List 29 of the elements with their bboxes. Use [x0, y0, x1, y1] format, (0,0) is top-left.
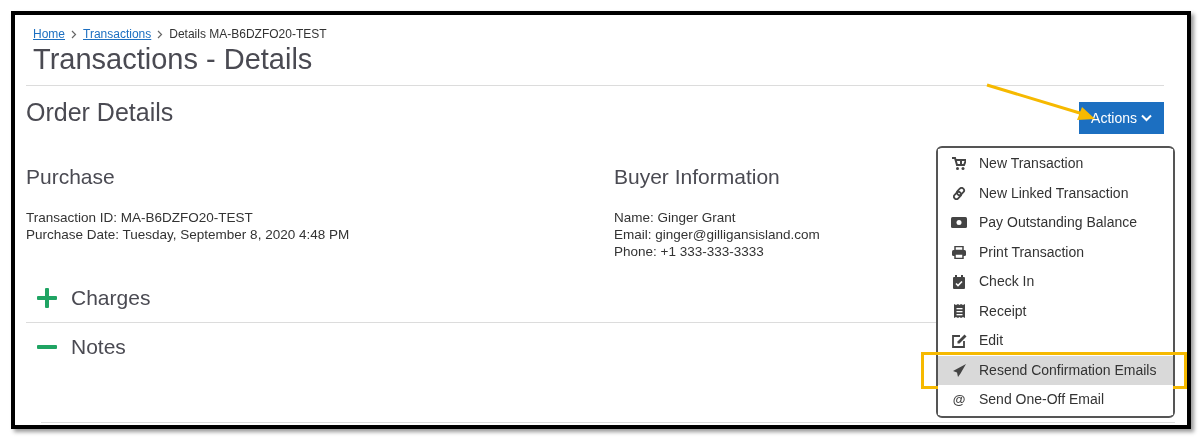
section-heading: Buyer Information — [614, 164, 781, 190]
section-toggle[interactable]: Charges — [71, 282, 151, 314]
paper-plane-icon — [952, 363, 966, 377]
page-title: Transactions - Details — [33, 42, 314, 76]
breadcrumb-link[interactable]: Transactions — [83, 25, 152, 43]
calendar-check-icon — [953, 274, 965, 289]
plus-icon[interactable] — [37, 288, 57, 308]
receipt-icon — [953, 304, 965, 319]
breadcrumb-current: Details MA-B6DZFO20-TEST — [169, 26, 327, 43]
banknote-icon — [951, 217, 967, 229]
link-icon — [952, 186, 966, 200]
edit-icon — [951, 333, 967, 348]
info-line: Purchase Date: Tuesday, September 8, 2020 4:48 PM — [26, 226, 351, 243]
section-heading: Purchase — [26, 164, 116, 190]
menu-item[interactable]: @ Send One-Off Email — [938, 385, 1173, 415]
chevron-icon — [157, 29, 164, 39]
print-icon — [952, 245, 966, 259]
info-line: Name: Ginger Grant — [614, 209, 737, 226]
section-heading: Order Details — [26, 97, 174, 129]
section-toggle[interactable]: Notes — [71, 330, 126, 363]
chevron-icon — [71, 29, 77, 39]
info-line: Email: ginger@gilligansisland.com — [614, 226, 820, 243]
at-icon: @ — [951, 390, 967, 410]
actions-button[interactable]: Actions — [1079, 102, 1164, 134]
info-line: Phone: +1 333-333-3333 — [614, 243, 765, 260]
cart-icon — [952, 157, 966, 171]
menu-item[interactable]: Resend Confirmation Emails — [938, 355, 1173, 385]
info-line: Transaction ID: MA-B6DZFO20-TEST — [26, 209, 254, 226]
breadcrumb-link[interactable]: Home — [33, 25, 65, 43]
